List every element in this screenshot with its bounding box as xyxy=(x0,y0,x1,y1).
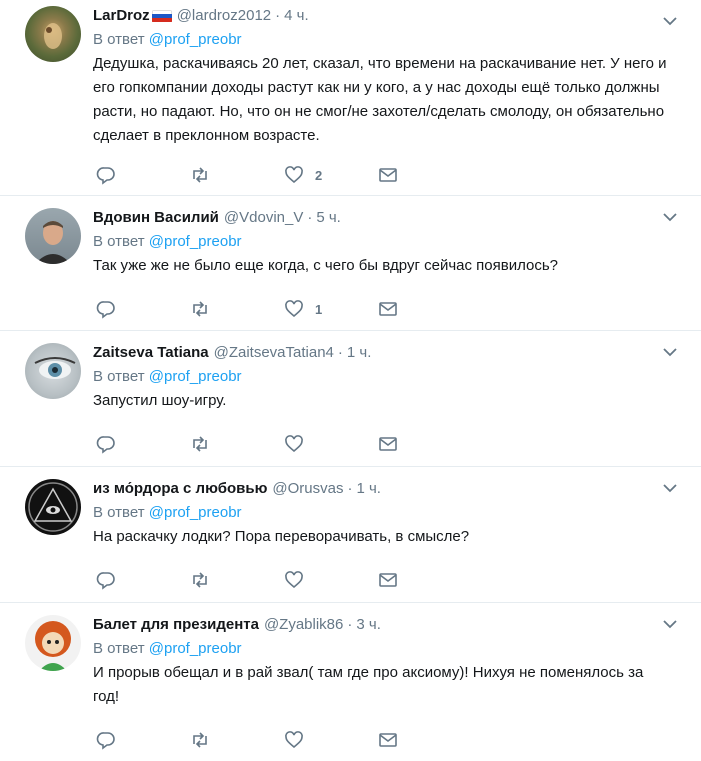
retweet-icon xyxy=(193,572,207,588)
reply-button[interactable] xyxy=(96,165,116,185)
retweet-button[interactable] xyxy=(190,299,210,319)
separator-dot: · xyxy=(347,480,353,497)
author-handle[interactable]: @Orusvas xyxy=(272,479,343,499)
like-button[interactable] xyxy=(284,570,304,590)
retweet-button[interactable] xyxy=(190,434,210,454)
avatar[interactable] xyxy=(25,479,81,535)
retweet-button[interactable] xyxy=(190,730,210,750)
author-handle[interactable]: @ZaitsevaTatian4 xyxy=(214,343,334,363)
author-handle[interactable]: @Vdovin_V xyxy=(224,208,303,228)
separator-dot: · xyxy=(275,7,281,24)
tweet[interactable]: Балет для президента @Zyablik86 · 3 ч. В… xyxy=(0,603,701,761)
reply-mention-link[interactable]: @prof_preobr xyxy=(149,640,242,657)
tweet-text: Запустил шоу-игру. xyxy=(93,392,227,409)
heart-icon xyxy=(285,571,303,589)
author-name[interactable]: Zaitseva Tatiana xyxy=(93,343,209,363)
reply-icon xyxy=(96,572,115,590)
reply-context: В ответ @prof_preobr xyxy=(93,232,701,252)
envelope-icon xyxy=(379,733,397,747)
author-handle[interactable]: @lardroz2012 xyxy=(177,6,271,26)
timestamp[interactable]: 4 ч. xyxy=(284,6,309,26)
retweet-icon xyxy=(193,436,207,452)
tweet[interactable]: из мо́рдора с любовью @Orusvas · 1 ч. В … xyxy=(0,467,701,603)
reply-context: В ответ @prof_preobr xyxy=(93,503,701,523)
like-button[interactable]: 1 xyxy=(284,299,322,319)
chevron-down-icon[interactable] xyxy=(661,615,679,633)
message-button[interactable] xyxy=(378,165,398,185)
like-button[interactable] xyxy=(284,730,304,750)
reply-prefix: В ответ xyxy=(93,368,149,385)
avatar[interactable] xyxy=(25,615,81,671)
reply-icon xyxy=(96,732,115,750)
tweet-text: Так уже же не было еще когда, с чего бы … xyxy=(93,257,559,274)
chevron-down-icon[interactable] xyxy=(661,479,679,497)
retweet-icon xyxy=(193,732,207,748)
tweet[interactable]: Вдовин Василий @Vdovin_V · 5 ч. В ответ … xyxy=(0,196,701,331)
message-button[interactable] xyxy=(378,299,398,319)
heart-icon xyxy=(285,300,303,318)
message-button[interactable] xyxy=(378,570,398,590)
reply-icon xyxy=(96,436,115,454)
message-button[interactable] xyxy=(378,730,398,750)
chevron-down-icon[interactable] xyxy=(661,12,679,30)
envelope-icon xyxy=(379,437,397,451)
separator-dot: · xyxy=(347,616,353,633)
reply-feed: LarDroz @lardroz2012 · 4 ч. В ответ @pro… xyxy=(0,0,701,761)
like-count: 2 xyxy=(315,167,323,183)
reply-context: В ответ @prof_preobr xyxy=(93,639,701,659)
reply-button[interactable] xyxy=(96,434,116,454)
timestamp[interactable]: 3 ч. xyxy=(356,615,381,635)
retweet-icon xyxy=(193,167,207,183)
reply-icon xyxy=(96,167,115,185)
reply-prefix: В ответ xyxy=(93,31,149,48)
author-name[interactable]: Балет для президента xyxy=(93,615,259,635)
reply-button[interactable] xyxy=(96,299,116,319)
russian-flag-icon xyxy=(151,9,172,23)
tweet[interactable]: LarDroz @lardroz2012 · 4 ч. В ответ @pro… xyxy=(0,0,701,196)
like-button[interactable]: 2 xyxy=(284,165,322,185)
reply-mention-link[interactable]: @prof_preobr xyxy=(149,31,242,48)
reply-context: В ответ @prof_preobr xyxy=(93,30,701,50)
like-button[interactable] xyxy=(284,434,304,454)
heart-icon xyxy=(285,435,303,453)
envelope-icon xyxy=(379,168,397,182)
separator-dot: · xyxy=(307,209,313,226)
retweet-icon xyxy=(193,301,207,317)
author-name[interactable]: из мо́рдора с любовью xyxy=(93,479,267,499)
chevron-down-icon[interactable] xyxy=(661,208,679,226)
tweet-text: И прорыв обещал и в рай звал( там где пр… xyxy=(93,664,644,705)
timestamp[interactable]: 5 ч. xyxy=(316,208,341,228)
tweet-text: На раскачку лодки? Пора переворачивать, … xyxy=(93,528,470,545)
reply-prefix: В ответ xyxy=(93,233,149,250)
message-button[interactable] xyxy=(378,434,398,454)
like-count: 1 xyxy=(315,301,323,317)
avatar[interactable] xyxy=(25,6,81,62)
reply-button[interactable] xyxy=(96,730,116,750)
retweet-button[interactable] xyxy=(190,570,210,590)
reply-prefix: В ответ xyxy=(93,504,149,521)
author-handle[interactable]: @Zyablik86 xyxy=(264,615,343,635)
reply-prefix: В ответ xyxy=(93,640,149,657)
separator-dot: · xyxy=(337,344,343,361)
reply-mention-link[interactable]: @prof_preobr xyxy=(149,368,242,385)
retweet-button[interactable] xyxy=(190,165,210,185)
reply-mention-link[interactable]: @prof_preobr xyxy=(149,504,242,521)
reply-context: В ответ @prof_preobr xyxy=(93,367,701,387)
avatar[interactable] xyxy=(25,208,81,264)
timestamp[interactable]: 1 ч. xyxy=(356,479,381,499)
author-name[interactable]: LarDroz xyxy=(93,6,150,26)
tweet-text: Дедушка, раскачиваясь 20 лет, сказал, чт… xyxy=(93,55,667,144)
heart-icon xyxy=(285,731,303,749)
envelope-icon xyxy=(379,302,397,316)
reply-icon xyxy=(96,301,115,319)
tweet[interactable]: Zaitseva Tatiana @ZaitsevaTatian4 · 1 ч.… xyxy=(0,331,701,467)
reply-mention-link[interactable]: @prof_preobr xyxy=(149,233,242,250)
timestamp[interactable]: 1 ч. xyxy=(347,343,372,363)
avatar[interactable] xyxy=(25,343,81,399)
chevron-down-icon[interactable] xyxy=(661,343,679,361)
author-name[interactable]: Вдовин Василий xyxy=(93,208,219,228)
heart-icon xyxy=(285,166,303,184)
envelope-icon xyxy=(379,573,397,587)
reply-button[interactable] xyxy=(96,570,116,590)
